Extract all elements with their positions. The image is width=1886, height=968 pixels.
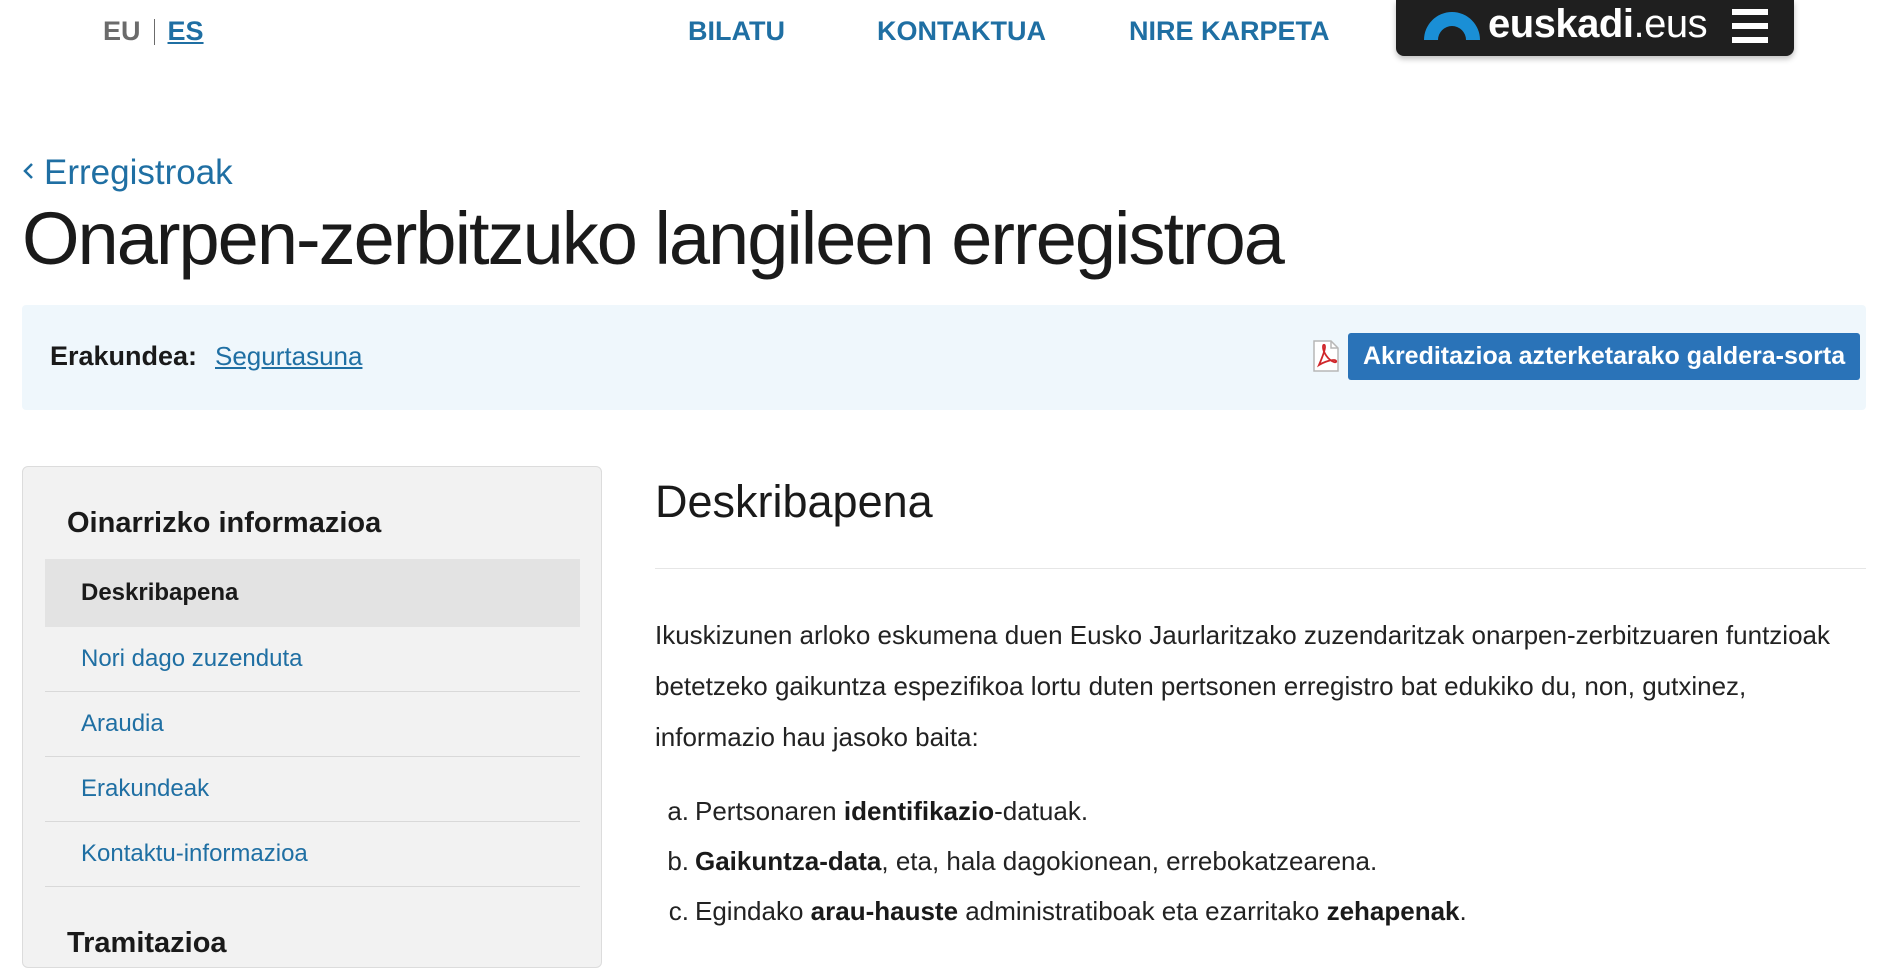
breadcrumb-label: Erregistroak [44, 153, 233, 192]
language-switcher: EU ES [103, 16, 204, 47]
sidebar-item-regulations[interactable]: Araudia [45, 692, 580, 757]
euskadi-logo-text: euskadi.eus [1488, 2, 1708, 46]
lang-eu: EU [103, 16, 141, 46]
content-title: Deskribapena [655, 476, 933, 527]
breadcrumb-back-link[interactable]: Erregistroak [22, 153, 233, 193]
list-item: b. Gaikuntza-data, eta, hala dagokionean,… [667, 846, 1378, 876]
content-list: a. Pertsonaren identifikazio-datuak. b. Ga… [655, 786, 1855, 936]
lang-separator [153, 18, 155, 45]
pdf-questionnaire-button[interactable]: Akreditazioa azterketarako galdera-sorta [1348, 333, 1861, 380]
content-paragraph: Ikuskizunen arloko eskumena duen Eusko J… [655, 620, 1830, 752]
organization-band: Erakundea: Segurtasuna Akreditazioa azte… [22, 305, 1866, 410]
content-divider [655, 568, 1866, 569]
nav-search-link[interactable]: BILATU [688, 16, 785, 47]
sidebar-item-contact-info[interactable]: Kontaktu-informazioa [45, 822, 580, 887]
chevron-left-icon [22, 162, 34, 185]
page-title: Onarpen-zerbitzuko langileen erregistroa [22, 197, 1285, 280]
sidebar-heading: Oinarrizko informazioa [67, 507, 382, 539]
nav-contact-link[interactable]: KONTAKTUA [877, 16, 1046, 47]
euskadi-logo[interactable]: euskadi.eus [1396, 0, 1794, 56]
sidebar: Oinarrizko informazioa Deskribapena Nori… [22, 466, 602, 968]
nav-my-folder-link[interactable]: NIRE KARPETA [1129, 16, 1330, 47]
pdf-icon [1312, 340, 1340, 377]
hamburger-menu-icon[interactable] [1732, 9, 1768, 48]
sidebar-item-organizations[interactable]: Erakundeak [45, 757, 580, 822]
sidebar-item-audience[interactable]: Nori dago zuzenduta [45, 627, 580, 692]
euskadi-logo-mark-icon [1422, 8, 1482, 45]
sidebar-item-description[interactable]: Deskribapena [45, 559, 580, 627]
sidebar-list: Deskribapena Nori dago zuzenduta Araudia… [45, 559, 580, 887]
organization-link[interactable]: Segurtasuna [215, 341, 362, 372]
list-item: a. Pertsonaren identifikazio-datuak. [667, 796, 1089, 826]
lang-es-link[interactable]: ES [168, 16, 204, 47]
sidebar-heading-procedure: Tramitazioa [67, 927, 227, 959]
list-item: c. Egindako arau-hauste administratiboak … [668, 896, 1467, 926]
top-bar: EU ES BILATU KONTAKTUA NIRE KARPETA eusk… [0, 0, 1886, 72]
organization-label: Erakundea: [50, 341, 198, 371]
